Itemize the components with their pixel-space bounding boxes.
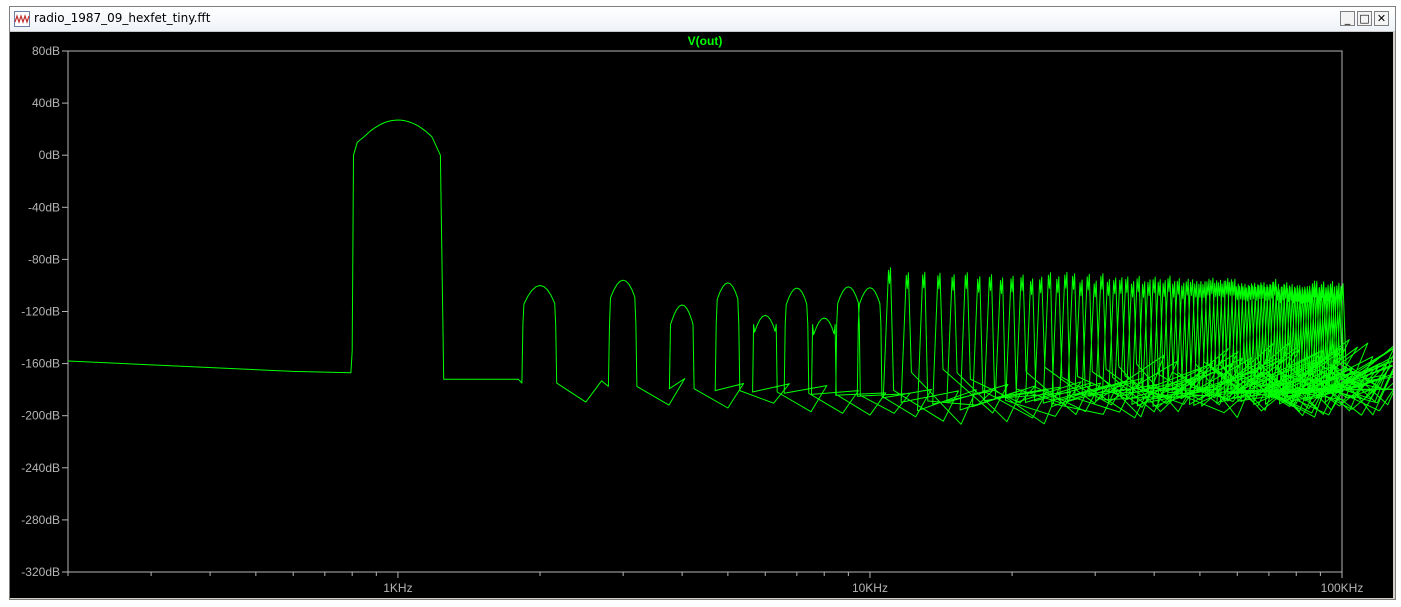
y-tick-label: -240dB	[21, 461, 60, 475]
y-tick-label: 80dB	[32, 44, 60, 58]
y-tick-label: -280dB	[21, 513, 60, 527]
x-tick-label: 100KHz	[1321, 581, 1364, 595]
maximize-button[interactable]: □	[1357, 11, 1372, 26]
title-bar[interactable]: radio_1987_09_hexfet_tiny.fft _ □ ✕	[10, 7, 1395, 32]
waveform-icon	[14, 11, 30, 27]
y-tick-label: -120dB	[21, 305, 60, 319]
x-tick-label: 1KHz	[383, 581, 412, 595]
chart-title: V(out)	[688, 34, 723, 48]
close-button[interactable]: ✕	[1374, 11, 1389, 26]
window-title: radio_1987_09_hexfet_tiny.fft	[34, 11, 211, 25]
fft-window: radio_1987_09_hexfet_tiny.fft _ □ ✕ V(ou…	[9, 6, 1396, 600]
y-tick-label: -200dB	[21, 409, 60, 423]
y-tick-label: -160dB	[21, 357, 60, 371]
x-tick-label: 10KHz	[852, 581, 888, 595]
y-tick-label: 0dB	[39, 148, 60, 162]
series-line-vout	[67, 119, 1393, 425]
plot-area[interactable]: V(out) 80dB 40dB 0dB -40dB -80dB -120dB -160dB -…	[10, 32, 1393, 598]
fft-chart[interactable]: V(out) 80dB 40dB 0dB -40dB -80dB -120dB -160dB -…	[10, 32, 1393, 598]
y-tick-label: 40dB	[32, 96, 60, 110]
y-tick-label: -40dB	[28, 200, 60, 214]
y-tick-label: -80dB	[28, 252, 60, 266]
y-tick-label: -320dB	[21, 565, 60, 579]
minimize-button[interactable]: _	[1340, 11, 1355, 26]
